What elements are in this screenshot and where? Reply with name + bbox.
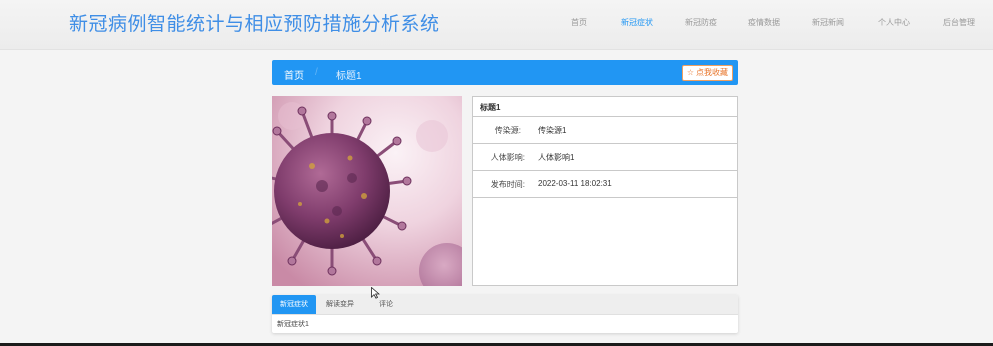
detail-value-source: 传染源1 [538,126,567,135]
detail-value-impact: 人体影响1 [538,153,575,162]
detail-label-source: 传染源: [494,126,521,135]
nav-item-admin[interactable]: 后台管理 [943,17,975,28]
detail-row-source: 传染源: 传染源1 [473,117,737,144]
star-icon: ☆ [686,68,694,77]
detail-value-published: 2022-03-11 18:02:31 [538,179,612,188]
nav-item-epidemic-data[interactable]: 疫情数据 [748,17,780,28]
favorite-button-label: 点我收藏 [696,68,728,77]
nav-item-symptoms[interactable]: 新冠症状 [621,17,653,28]
tab-variant[interactable]: 解读变异 [320,295,360,314]
virus-illustration [272,96,462,286]
detail-row-impact: 人体影响: 人体影响1 [473,144,737,171]
detail-row-published: 发布时间: 2022-03-11 18:02:31 [473,171,737,198]
detail-tabs: 新冠症状 解读变异 评论 新冠症状1 [272,295,738,333]
main-nav: 首页 新冠症状 新冠防疫 疫情数据 新冠新闻 个人中心 后台管理 [0,17,993,31]
detail-label-published: 发布时间: [490,180,525,189]
nav-item-prevention[interactable]: 新冠防疫 [685,17,717,28]
tab-symptoms[interactable]: 新冠症状 [272,295,316,314]
breadcrumb-separator: / [315,67,318,78]
detail-title-row: 标题1 [473,97,737,117]
detail-label-impact: 人体影响: [490,153,525,162]
nav-item-home[interactable]: 首页 [571,17,587,28]
top-header: 新冠病例智能统计与相应预防措施分析系统 首页 新冠症状 新冠防疫 疫情数据 新冠… [0,0,993,50]
nav-item-user-center[interactable]: 个人中心 [878,17,910,28]
mouse-cursor-icon [371,287,380,299]
detail-title: 标题1 [480,103,501,112]
symptom-image [272,96,462,286]
breadcrumb-current: 标题1 [336,71,362,82]
nav-item-news[interactable]: 新冠新闻 [812,17,844,28]
favorite-button[interactable]: ☆ 点我收藏 [681,65,733,81]
detail-table: 标题1 传染源: 传染源1 人体影响: 人体影响1 发布时间: 2022-03-… [472,96,738,286]
breadcrumb: 首页 / 标题1 ☆ 点我收藏 [272,60,738,85]
tab-content: 新冠症状1 [277,321,309,328]
tab-bar: 新冠症状 解读变异 评论 [272,295,738,315]
breadcrumb-home-link[interactable]: 首页 [284,67,304,82]
